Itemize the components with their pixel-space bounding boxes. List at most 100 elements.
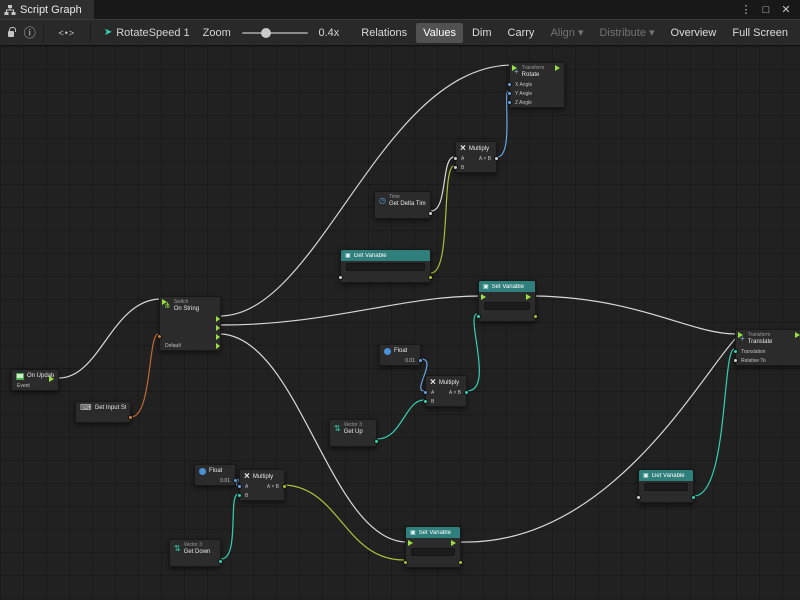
values-button[interactable]: Values [416, 23, 463, 43]
value-port[interactable] [733, 358, 738, 363]
wire-get-variable-2-to-translate[interactable] [694, 349, 734, 496]
window-close-icon[interactable]: ✕ [780, 3, 792, 16]
value-port[interactable] [157, 334, 162, 339]
overview-button[interactable]: Overview [664, 23, 724, 43]
flow-out-port[interactable] [795, 332, 800, 338]
node-rotate[interactable]: +TransformRotateX AngleY AngleZ Angle [509, 62, 565, 108]
value-port[interactable] [476, 314, 481, 319]
value-port[interactable] [282, 484, 287, 489]
wire-multiply-3-to-set-variable-2[interactable] [285, 485, 404, 560]
wire-on-update-to-switch[interactable] [59, 299, 160, 378]
node-get-variable-1[interactable]: ▣Get Variable [340, 249, 431, 283]
window-menu-icon[interactable]: ⋮ [740, 3, 752, 16]
value-port[interactable] [418, 358, 423, 363]
node-set-variable-2[interactable]: ▣Set Variable [405, 526, 461, 568]
node-float-1[interactable]: Float0.01 [379, 344, 421, 366]
node-get-delta-time[interactable]: ◷TimeGet Delta Time [374, 191, 431, 219]
node-on-update[interactable]: On UpdateEvent [11, 369, 59, 391]
node-multiply-1[interactable]: ×MultiplyAA × BB [455, 141, 497, 173]
flow-port[interactable] [216, 316, 223, 322]
value-port[interactable] [233, 478, 238, 483]
port-label: A [431, 390, 434, 396]
variable-field[interactable] [346, 263, 425, 271]
node-multiply-2[interactable]: ×MultiplyAA × BB [425, 375, 467, 407]
variable-field[interactable] [644, 483, 688, 491]
wire-delta-time-to-multiply-1[interactable] [431, 157, 454, 211]
value-port[interactable] [453, 165, 458, 170]
flow-port[interactable] [216, 325, 223, 331]
flow-port[interactable] [216, 343, 223, 349]
value-port[interactable] [338, 275, 343, 280]
flow-out-port[interactable] [555, 65, 563, 71]
lock-icon[interactable] [8, 31, 14, 37]
value-port[interactable] [403, 560, 408, 565]
flow-in-port[interactable] [408, 540, 416, 546]
graph-canvas[interactable]: On UpdateEvent ⌨Get Input String ⋔SwitchOn… [0, 46, 800, 600]
zoom-slider-handle[interactable] [261, 28, 271, 38]
flow-in-port[interactable] [162, 299, 170, 305]
dim-button[interactable]: Dim [465, 23, 499, 43]
align-dropdown[interactable]: Align ▾ [543, 22, 590, 43]
value-port[interactable] [507, 100, 512, 105]
flow-in-port[interactable] [481, 294, 489, 300]
value-port[interactable] [533, 314, 538, 319]
value-port[interactable] [453, 156, 458, 161]
value-port[interactable] [423, 390, 428, 395]
node-vector3-get-down[interactable]: ⇅Vector 3Get Down [169, 539, 221, 567]
value-port[interactable] [218, 559, 223, 564]
node-float-2[interactable]: Float0.01 [194, 464, 236, 486]
node-vector3-get-up[interactable]: ⇅Vector 3Get Up [329, 419, 377, 447]
wire-vector3-down-to-multiply-3[interactable] [221, 494, 238, 559]
node-set-variable-1[interactable]: ▣Set Variable [478, 280, 536, 322]
node-switch-on-string[interactable]: ⋔SwitchOn StringDefault [159, 296, 221, 351]
flow-port[interactable] [216, 334, 223, 340]
graph-breadcrumb[interactable]: ➤ RotateSpeed 1 [104, 27, 190, 39]
value-port[interactable] [691, 495, 696, 500]
wire-set-variable-2-to-translate[interactable] [461, 338, 736, 542]
node-multiply-3[interactable]: ×MultiplyAA × BB [239, 469, 285, 501]
info-icon[interactable]: ⓘ [24, 24, 36, 41]
variable-field[interactable] [484, 302, 530, 310]
wire-multiply-2-to-set-variable-1[interactable] [467, 314, 479, 391]
wire-get-input-to-switch[interactable] [131, 334, 158, 417]
relations-button[interactable]: Relations [354, 23, 414, 43]
value-port[interactable] [428, 211, 433, 216]
carry-button[interactable]: Carry [501, 23, 542, 43]
value-port[interactable] [458, 560, 463, 565]
node-header: ×Multiply [426, 376, 466, 388]
node-title: Set Variable [419, 530, 451, 536]
value-port[interactable] [128, 415, 133, 420]
value-port[interactable] [507, 82, 512, 87]
value-port[interactable] [494, 156, 499, 161]
flow-out-port[interactable] [526, 294, 534, 300]
node-translate[interactable]: +TransformTranslateTranslationRelative T… [735, 329, 800, 366]
flow-in-port[interactable] [738, 332, 746, 338]
flow-out-port[interactable] [451, 540, 459, 546]
value-port[interactable] [374, 439, 379, 444]
wire-switch-to-set-variable-1[interactable] [221, 296, 480, 325]
window-maximize-icon[interactable]: □ [760, 4, 772, 16]
node-get-input-string[interactable]: ⌨Get Input String [75, 401, 131, 423]
value-port[interactable] [464, 390, 469, 395]
value-port[interactable] [636, 495, 641, 500]
value-port[interactable] [733, 349, 738, 354]
value-port[interactable] [237, 493, 242, 498]
zoom-slider[interactable] [242, 32, 308, 34]
value-port[interactable] [428, 275, 433, 280]
value-port[interactable] [237, 484, 242, 489]
variable-field[interactable] [411, 548, 455, 556]
script-graph-tab[interactable]: Script Graph [0, 0, 94, 19]
zoom-fit-icon[interactable]: <•> [58, 28, 75, 38]
value-port[interactable] [507, 91, 512, 96]
wire-vector3-up-to-multiply-2[interactable] [377, 400, 424, 439]
node-title: Float [394, 347, 407, 355]
node-title: Get Variable [652, 473, 685, 479]
wire-set-variable-1-to-translate[interactable] [536, 296, 736, 334]
wire-get-variable-1-to-multiply-1[interactable] [431, 166, 454, 273]
distribute-dropdown[interactable]: Distribute ▾ [592, 22, 661, 43]
value-port[interactable] [423, 399, 428, 404]
flow-in-port[interactable] [512, 65, 520, 71]
node-get-variable-2[interactable]: ▣Get Variable [638, 469, 694, 503]
fullscreen-button[interactable]: Full Screen [725, 23, 795, 43]
toolbar-separator [43, 24, 44, 42]
